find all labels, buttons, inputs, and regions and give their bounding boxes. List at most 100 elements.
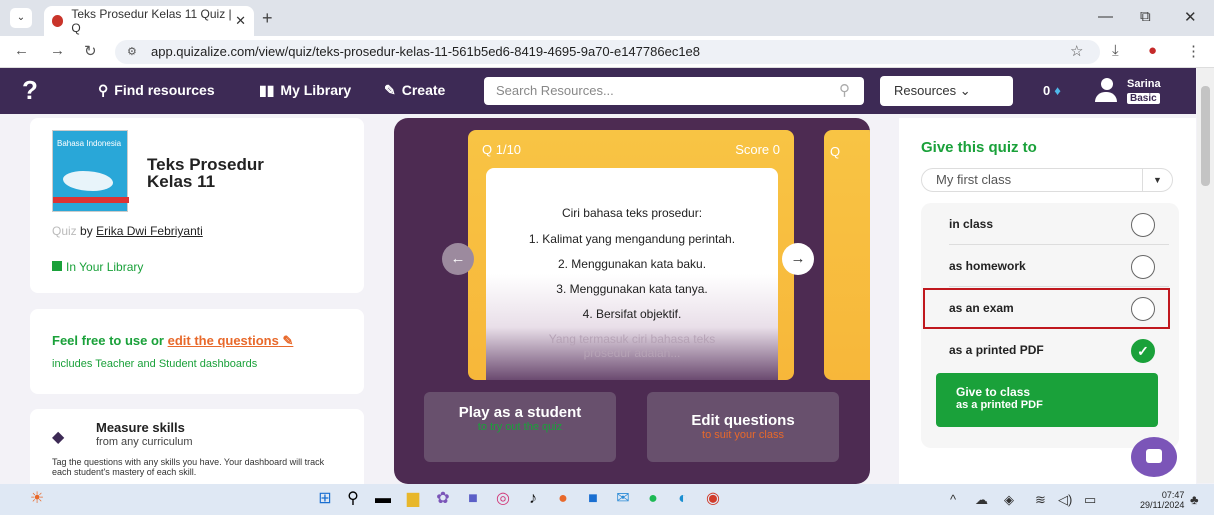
next-question-button[interactable]: → — [782, 243, 814, 275]
bookmark-star-icon[interactable]: ☆ — [1070, 42, 1083, 60]
volume-icon[interactable]: ◁) — [1058, 492, 1072, 508]
spotify-icon[interactable]: ● — [642, 488, 664, 510]
notification-bell-icon[interactable]: ♣ — [1190, 492, 1199, 507]
option-as-homework[interactable]: as homework — [921, 245, 1179, 287]
clock[interactable]: 07:47 29/11/2024 — [1140, 490, 1184, 510]
reload-icon[interactable]: ↻ — [84, 42, 97, 60]
question-number: Q 1/10 — [482, 142, 522, 157]
question-line: 3. Menggunakan kata tanya. — [556, 282, 708, 296]
skills-description: Tag the questions with any skills you ha… — [52, 457, 325, 477]
site-info-icon[interactable]: ⚙ — [127, 40, 137, 64]
user-name[interactable]: Sarina — [1127, 78, 1161, 90]
battery-icon[interactable]: ▭ — [1084, 492, 1096, 508]
skills-title: Measure skills — [96, 420, 185, 435]
copilot-icon[interactable]: ◈ — [1004, 492, 1014, 508]
library-status[interactable]: In Your Library — [52, 260, 143, 274]
download-icon[interactable]: ⤓ — [1112, 42, 1119, 59]
gem-score: 0 ♦ — [1043, 83, 1061, 98]
resources-dropdown[interactable]: Resources ⌄ — [880, 76, 1013, 106]
tab-search-button[interactable]: ⌄ — [10, 8, 32, 28]
option-as-printed-pdf[interactable]: as a printed PDF ✓ — [921, 329, 1179, 371]
quiz-title: Teks Prosedur Kelas 11 — [147, 155, 264, 191]
tab-close-icon[interactable]: ✕ — [235, 13, 246, 29]
give-to-class-button[interactable]: Give to class as a printed PDF — [936, 373, 1158, 427]
mail-icon[interactable]: ✉ — [612, 488, 634, 510]
author-link[interactable]: Erika Dwi Febriyanti — [96, 224, 203, 238]
search-taskbar-icon[interactable]: ⚲ — [342, 488, 364, 510]
close-window-button[interactable]: ✕ — [1184, 8, 1197, 26]
question-line: 2. Menggunakan kata baku. — [557, 257, 707, 271]
question-line: 4. Bersifat objektif. — [582, 307, 682, 321]
cloud-icon[interactable]: ☁ — [975, 492, 988, 508]
chat-bubble-button[interactable] — [1131, 437, 1177, 477]
usage-card: Feel free to use or edit the questions ✎… — [30, 309, 364, 394]
quizalize-logo[interactable]: ? — [22, 76, 42, 104]
app-icon[interactable]: ● — [552, 488, 574, 510]
caret-down-icon[interactable]: ▼ — [1142, 169, 1172, 191]
tag-icon: ◆ — [52, 429, 65, 446]
search-icon[interactable]: ⚲ — [839, 77, 850, 105]
instagram-icon[interactable]: ◎ — [492, 488, 514, 510]
measure-skills-card: ◆ Measure skills from any curriculum Tag… — [30, 409, 364, 484]
new-tab-button[interactable]: + — [262, 8, 273, 29]
my-library-link[interactable]: ▮▮ My Library — [259, 82, 351, 99]
previous-question-button[interactable]: ← — [442, 243, 474, 275]
free-use-text: Feel free to use or edit the questions ✎ — [52, 333, 294, 348]
weather-icon[interactable]: ☀ — [26, 488, 48, 510]
skills-subtitle: from any curriculum — [96, 436, 193, 448]
url-field[interactable]: ⚙ app.quizalize.com/view/quiz/teks-prose… — [115, 40, 1100, 64]
quiz-preview: Q 1/10 Score 0 Ciri bahasa teks prosedur… — [394, 118, 870, 484]
highlight-box — [923, 288, 1170, 329]
url-text: app.quizalize.com/view/quiz/teks-prosedu… — [151, 44, 701, 59]
browser-tab-strip: ⌄ Teks Prosedur Kelas 11 Quiz | Q ✕ + — … — [0, 0, 1214, 36]
question-line: Yang termasuk ciri bahasa teks — [548, 332, 716, 346]
forward-icon[interactable]: → — [50, 42, 65, 59]
tiktok-icon[interactable]: ♪ — [522, 488, 544, 510]
edge-icon[interactable]: ◐ — [672, 488, 694, 510]
plan-badge: Basic — [1127, 93, 1160, 104]
library-icon — [52, 261, 62, 271]
menu-icon[interactable]: ⋮ — [1186, 42, 1201, 60]
teams-icon[interactable]: ■ — [462, 488, 484, 510]
scrollbar-thumb[interactable] — [1201, 86, 1210, 186]
start-icon[interactable]: ⊞ — [314, 488, 336, 510]
page-scrollbar[interactable] — [1197, 68, 1214, 483]
task-view-icon[interactable]: ▬ — [372, 488, 394, 510]
class-select[interactable]: My first class ▼ — [921, 168, 1173, 192]
profile-icon[interactable]: ● — [1148, 42, 1157, 59]
gem-icon: ♦ — [1054, 83, 1061, 98]
search-input[interactable]: Search Resources... ⚲ — [484, 77, 864, 105]
includes-text: includes Teacher and Student dashboards — [52, 358, 258, 370]
tray-chevron-icon[interactable]: ^ — [950, 492, 956, 507]
avatar[interactable] — [1095, 78, 1119, 104]
quiz-author-line: Quiz by Erika Dwi Febriyanti — [52, 224, 203, 238]
create-link[interactable]: ✎ Create — [384, 82, 445, 99]
edit-questions-link[interactable]: edit the questions ✎ — [168, 333, 294, 348]
quiz-cover-image[interactable]: Bahasa Indonesia — [52, 130, 129, 212]
quiz-info-card: Bahasa Indonesia Teks Prosedur Kelas 11 … — [30, 118, 364, 293]
question-line: Ciri bahasa teks prosedur: — [561, 206, 703, 220]
next-question-card: Q — [824, 130, 870, 380]
radio-button[interactable] — [1131, 255, 1155, 279]
radio-button[interactable] — [1131, 213, 1155, 237]
question-line: 1. Kalimat yang mengandung perintah. — [528, 232, 736, 246]
check-icon[interactable]: ✓ — [1131, 339, 1155, 363]
back-icon[interactable]: ← — [14, 42, 29, 59]
browser-tab[interactable]: Teks Prosedur Kelas 11 Quiz | Q ✕ — [44, 6, 254, 36]
option-in-class[interactable]: in class — [921, 203, 1179, 245]
minimize-button[interactable]: — — [1098, 8, 1113, 25]
play-as-student-button[interactable]: Play as a student to try out the quiz — [424, 392, 616, 462]
wifi-icon[interactable]: ≋ — [1035, 492, 1046, 508]
file-explorer-icon[interactable]: ▆ — [402, 488, 424, 510]
chrome-icon[interactable]: ◉ — [702, 488, 724, 510]
chat-icon — [1146, 449, 1162, 463]
edit-questions-button[interactable]: Edit questions to suit your class — [647, 392, 839, 462]
question-score: Score 0 — [735, 142, 780, 157]
store-icon[interactable]: ■ — [582, 488, 604, 510]
favicon-icon — [52, 15, 64, 27]
restore-button[interactable]: ⧉ — [1140, 8, 1151, 25]
find-resources-link[interactable]: ⚲ Find resources — [98, 82, 215, 99]
widgets-icon[interactable]: ✿ — [432, 488, 454, 510]
cover-text: Bahasa Indonesia — [57, 139, 122, 148]
tab-title: Teks Prosedur Kelas 11 Quiz | Q — [71, 7, 232, 35]
